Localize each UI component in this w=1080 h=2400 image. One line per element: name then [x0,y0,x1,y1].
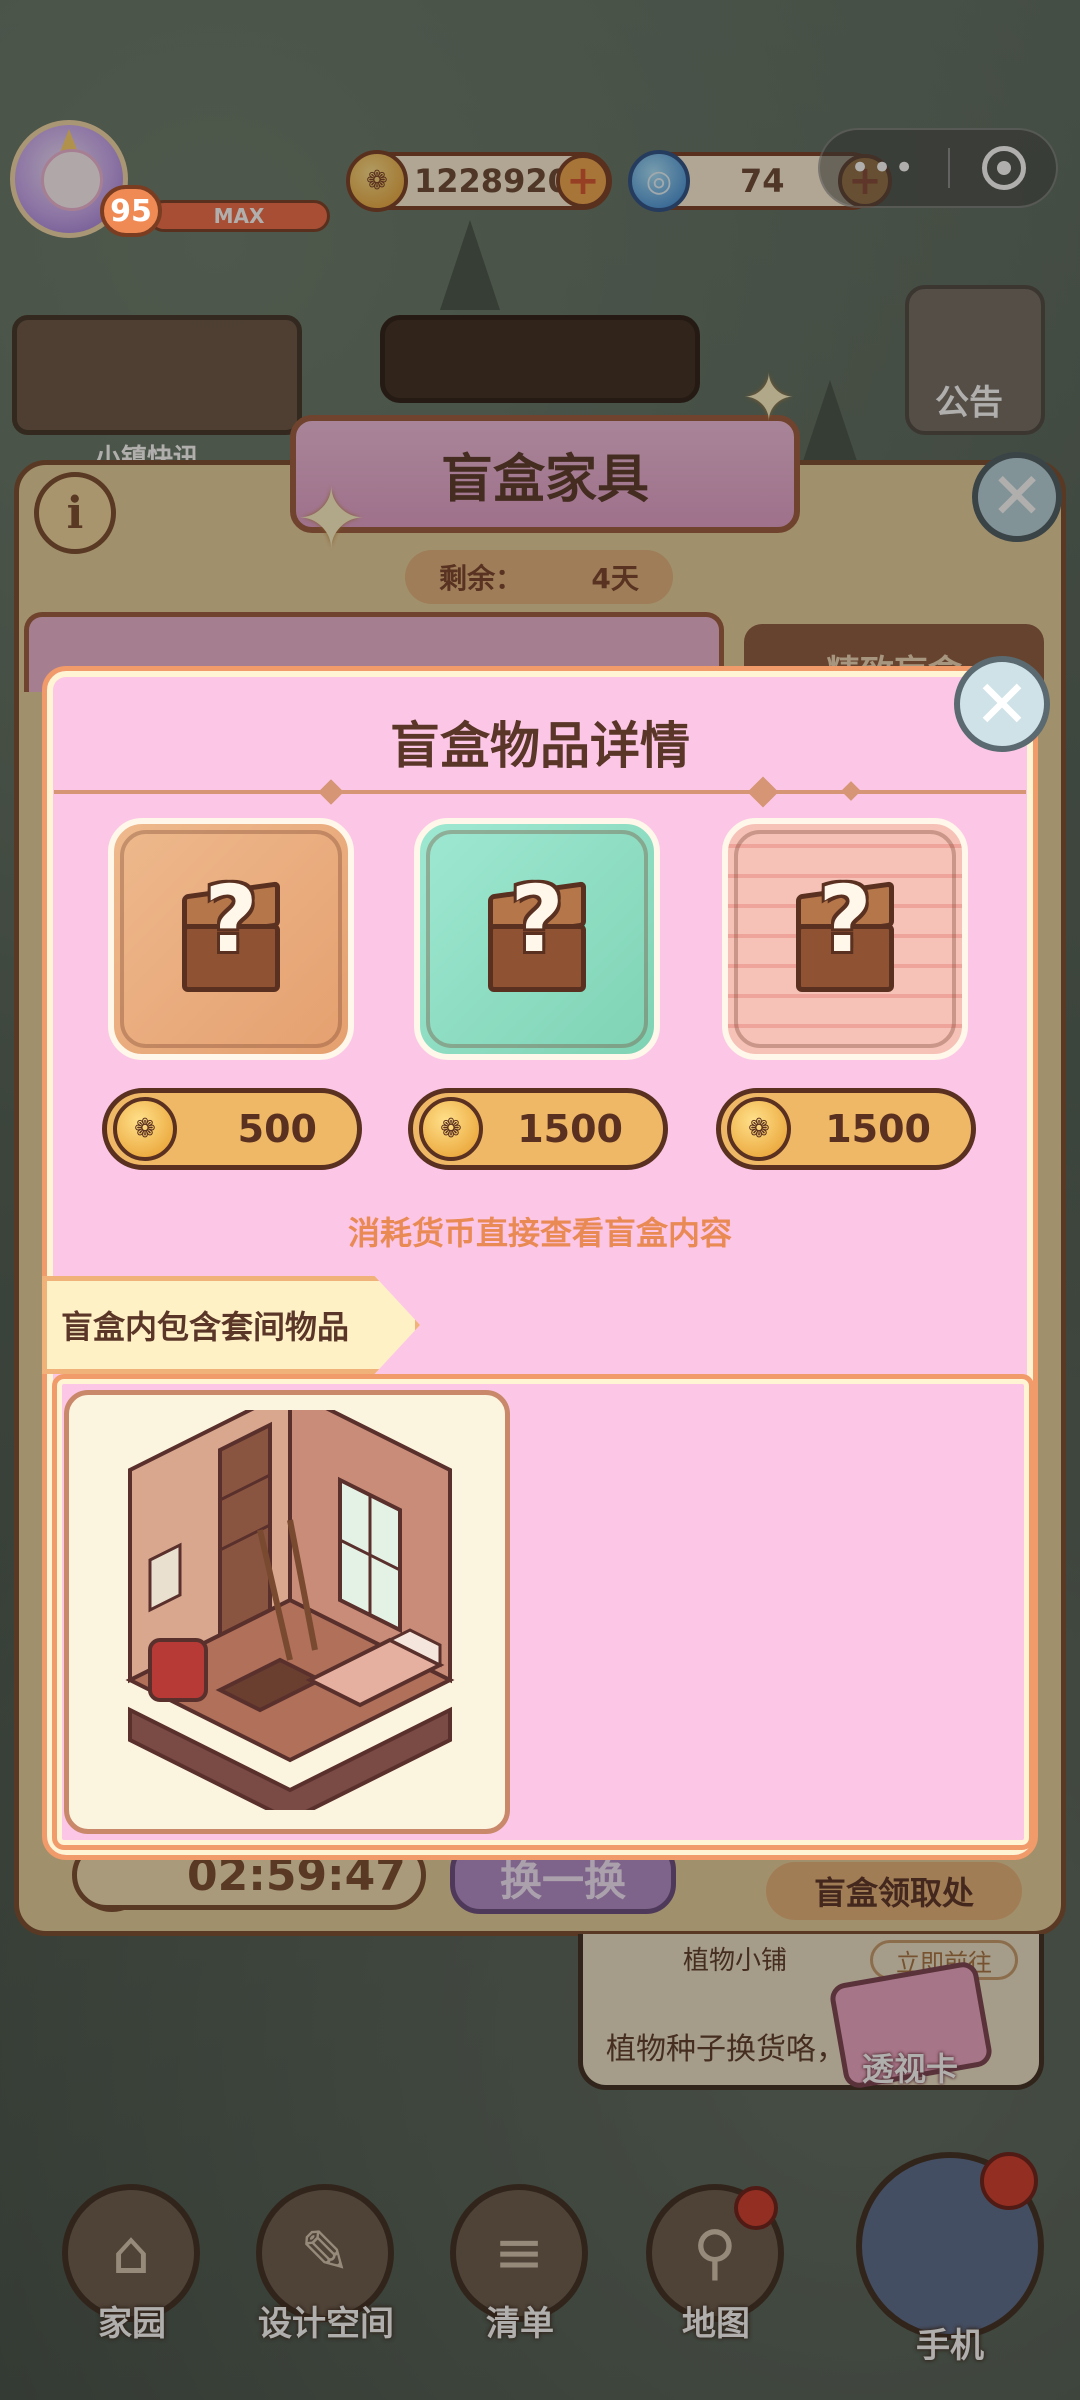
contains-items-label: 盲盒内包含套间物品 [42,1276,420,1374]
coin-icon: ❁ [419,1097,483,1161]
price-value: 1500 [517,1107,623,1151]
blind-box-card-green[interactable]: ? [414,818,660,1060]
coin-icon: ❁ [727,1097,791,1161]
peek-price-button-2[interactable]: ❁ 1500 [408,1088,668,1170]
mystery-box-icon: ? [478,866,596,998]
mystery-box-icon: ? [172,866,290,998]
level-badge: 95 [100,185,162,237]
consume-currency-note: 消耗货币直接查看盲盒内容 [347,1214,732,1252]
peek-price-button-3[interactable]: ❁ 1500 [716,1088,976,1170]
blind-box-card-orange[interactable]: ? [108,818,354,1060]
peek-price-button-1[interactable]: ❁ 500 [102,1088,362,1170]
close-detail-button[interactable]: ✕ [954,656,1050,752]
price-value: 500 [237,1107,317,1151]
blind-box-card-pink[interactable]: ? [722,818,968,1060]
title-divider [54,790,1026,794]
study-room-set-icon [125,1410,455,1810]
coin-icon: ❁ [113,1097,177,1161]
mystery-box-icon: ? [786,866,904,998]
price-value: 1500 [825,1107,931,1151]
detail-title: 盲盒物品详情 [390,717,690,775]
